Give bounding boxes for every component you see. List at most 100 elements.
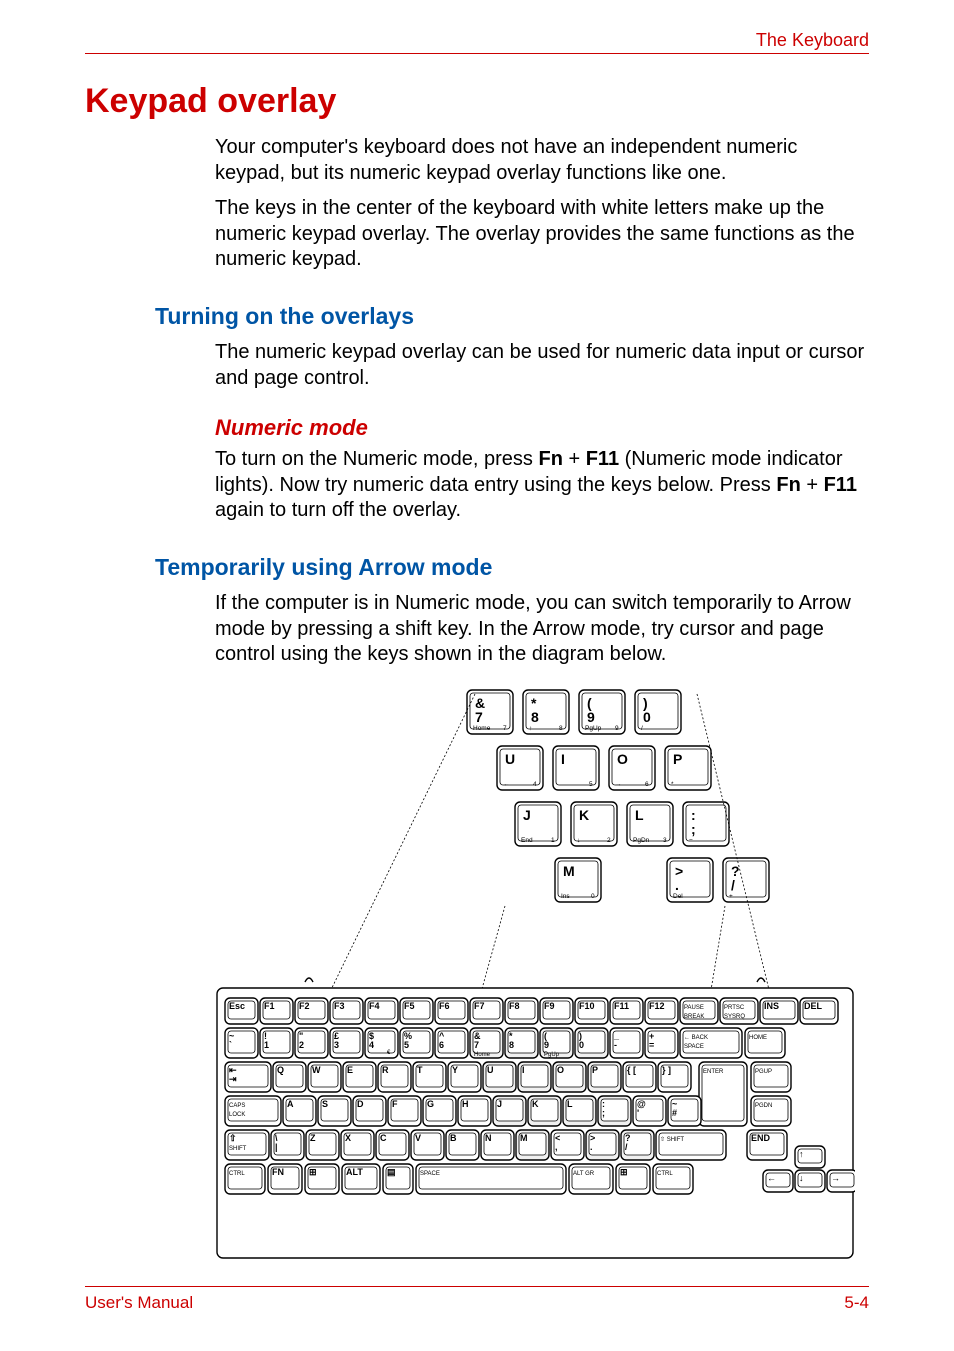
svg-text:ALT GR: ALT GR — [573, 1171, 595, 1177]
svg-text:HOME: HOME — [749, 1035, 767, 1041]
svg-text:ENTER: ENTER — [703, 1069, 724, 1075]
svg-text:,: , — [555, 1142, 558, 1152]
svg-text:END: END — [751, 1133, 771, 1143]
svg-text:F10: F10 — [579, 1001, 595, 1011]
svg-text:U: U — [505, 751, 515, 767]
svg-text:P: P — [673, 751, 682, 767]
svg-text:1: 1 — [264, 1040, 269, 1050]
arrow-mode-p1: If the computer is in Numeric mode, you … — [215, 591, 869, 668]
svg-text:PgUp: PgUp — [585, 725, 602, 732]
svg-text:.: . — [675, 877, 679, 893]
intro-p1: Your computer's keyboard does not have a… — [215, 135, 869, 186]
svg-text:/: / — [641, 725, 643, 732]
svg-text:⊞: ⊞ — [309, 1167, 317, 1177]
svg-text:8: 8 — [509, 1040, 514, 1050]
svg-text:V: V — [415, 1133, 421, 1143]
svg-text:A: A — [287, 1099, 294, 1109]
svg-text:4: 4 — [533, 781, 537, 788]
svg-text:2: 2 — [299, 1040, 304, 1050]
svg-text:−: − — [689, 837, 693, 844]
subheading-turning-on: Turning on the overlays — [155, 303, 869, 330]
svg-text:3: 3 — [334, 1040, 339, 1050]
svg-text:U: U — [487, 1065, 494, 1075]
svg-text:L: L — [635, 807, 644, 823]
svg-text:M: M — [520, 1133, 528, 1143]
svg-text:L: L — [567, 1099, 573, 1109]
svg-text:⇧ SHIFT: ⇧ SHIFT — [660, 1136, 684, 1143]
svg-text:7: 7 — [503, 725, 507, 732]
svg-text:4: 4 — [369, 1040, 374, 1050]
svg-text:PGUP: PGUP — [755, 1069, 772, 1075]
intro-p2: The keys in the center of the keyboard w… — [215, 196, 869, 273]
svg-text:T: T — [417, 1065, 423, 1075]
svg-text:P: P — [592, 1065, 598, 1075]
svg-text:FN: FN — [272, 1167, 284, 1177]
svg-text:G: G — [427, 1099, 434, 1109]
svg-text:SHIFT: SHIFT — [229, 1146, 247, 1152]
svg-text:M: M — [563, 863, 575, 879]
svg-text:CAPS: CAPS — [229, 1103, 245, 1109]
svg-text:⇥: ⇥ — [229, 1074, 237, 1084]
svg-text:⊞: ⊞ — [620, 1167, 628, 1177]
svg-text:F8: F8 — [509, 1001, 520, 1011]
svg-text:1: 1 — [551, 837, 555, 844]
svg-text:|: | — [275, 1142, 278, 1152]
svg-text:PGDN: PGDN — [755, 1103, 772, 1109]
svg-text:O: O — [617, 751, 628, 767]
svg-text:0: 0 — [579, 1040, 584, 1050]
svg-text:N: N — [485, 1133, 492, 1143]
svg-text:BREAK: BREAK — [684, 1014, 704, 1020]
svg-text:J: J — [523, 807, 531, 823]
svg-text:F4: F4 — [369, 1001, 380, 1011]
svg-text:K: K — [579, 807, 589, 823]
svg-text:3: 3 — [663, 837, 667, 844]
svg-text:0: 0 — [643, 709, 651, 725]
svg-text:D: D — [357, 1099, 364, 1109]
svg-text:': ' — [637, 1108, 639, 1118]
svg-text:CTRL: CTRL — [657, 1171, 673, 1177]
svg-text:0: 0 — [591, 893, 595, 900]
svg-text:Z: Z — [310, 1133, 316, 1143]
svg-text:+: + — [729, 893, 733, 900]
svg-text:8: 8 — [559, 725, 563, 732]
svg-text:DEL: DEL — [804, 1001, 823, 1011]
header-rule — [85, 53, 869, 54]
svg-text:7: 7 — [474, 1040, 479, 1050]
svg-text:ALT: ALT — [346, 1167, 363, 1177]
numeric-mode-p: To turn on the Numeric mode, press Fn + … — [215, 447, 869, 524]
svg-text:F3: F3 — [334, 1001, 345, 1011]
svg-text:← BACK: ← BACK — [684, 1035, 708, 1041]
svg-text:O: O — [557, 1065, 564, 1075]
svg-text:;: ; — [691, 821, 696, 837]
svg-text:↑: ↑ — [799, 1149, 804, 1159]
svg-text:→: → — [615, 781, 622, 788]
svg-text:5: 5 — [404, 1040, 409, 1050]
svg-text:X: X — [345, 1133, 351, 1143]
svg-text:SPACE: SPACE — [684, 1044, 704, 1050]
svg-text:F11: F11 — [614, 1001, 629, 1011]
svg-text:F12: F12 — [649, 1001, 665, 1011]
svg-text:PRTSC: PRTSC — [724, 1005, 745, 1011]
svg-text:#: # — [672, 1108, 677, 1118]
svg-text:.: . — [590, 1142, 593, 1152]
svg-text:5: 5 — [589, 781, 593, 788]
svg-text:←: ← — [503, 781, 510, 788]
keyboard-diagram: .kcap { fill:#fff; stroke:#000; stroke-w… — [215, 686, 855, 1276]
svg-text:PgDn: PgDn — [633, 837, 650, 844]
svg-text:⇧: ⇧ — [229, 1133, 237, 1143]
svg-text:I: I — [561, 751, 565, 767]
svg-text:S: S — [322, 1099, 328, 1109]
svg-text:↓: ↓ — [799, 1173, 804, 1183]
svg-text:F7: F7 — [474, 1001, 485, 1011]
svg-text:2: 2 — [607, 837, 611, 844]
svg-text:Q: Q — [277, 1065, 284, 1075]
svg-text:End: End — [521, 837, 533, 844]
svg-text:C: C — [380, 1133, 387, 1143]
subsubheading-numeric: Numeric mode — [215, 415, 869, 441]
svg-text:9: 9 — [544, 1040, 549, 1050]
svg-text:K: K — [532, 1099, 539, 1109]
svg-text:6: 6 — [645, 781, 649, 788]
svg-text:F2: F2 — [299, 1001, 310, 1011]
svg-text:F9: F9 — [544, 1001, 555, 1011]
svg-text:SPACE: SPACE — [420, 1171, 440, 1177]
